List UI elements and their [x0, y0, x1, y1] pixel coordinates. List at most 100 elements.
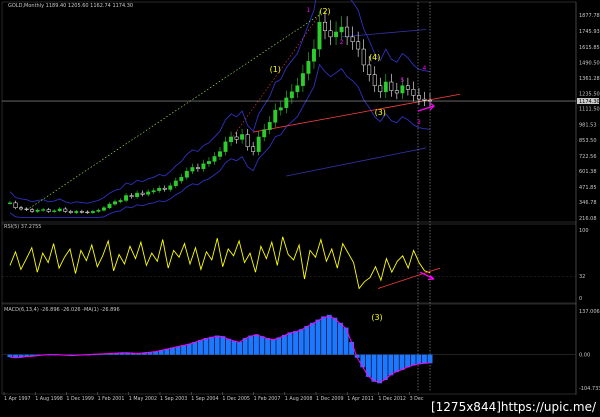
macd-histogram-bar — [220, 336, 226, 355]
lower-band-line — [9, 63, 431, 218]
macd-histogram-bar — [265, 338, 271, 355]
price-candle-body — [389, 81, 394, 91]
price-arrow-icon — [417, 102, 436, 112]
rsi-y-tick-label: 100 — [579, 228, 589, 234]
price-candle-body — [234, 136, 239, 140]
price-candle-body — [118, 200, 123, 202]
price-candle-body — [323, 21, 327, 32]
macd-histogram-bar — [253, 334, 259, 355]
price-candle-body — [195, 167, 200, 169]
price-y-tick-label: 1490.50 — [579, 60, 600, 66]
macd-histogram-bar — [287, 332, 293, 355]
price-candle-body — [140, 192, 145, 195]
price-panel-header: GOLD,Monthly 1189.40 1205.60 1162.74 117… — [8, 3, 134, 9]
price-candle-body — [107, 203, 112, 209]
price-candle-body — [68, 211, 73, 213]
macd-histogram-bar — [416, 354, 422, 365]
rsi-panel-header: RSI(5) 37.2755 — [4, 224, 42, 230]
macd-histogram-bar — [315, 319, 321, 355]
price-candle-body — [24, 208, 29, 211]
wave-label: (4) — [369, 53, 380, 62]
price-candle-body — [273, 109, 278, 123]
rsi-trend-line — [377, 267, 441, 289]
x-axis-tick-label: 1 Apr 1997 — [4, 396, 31, 402]
macd-histogram-bar — [326, 314, 332, 355]
price-candle-body — [317, 21, 322, 50]
rsi-y-tick-label: 0 — [579, 296, 582, 302]
price-y-tick-label: 1745.93 — [579, 29, 600, 35]
x-axis-tick-label: 1 Dec 2009 — [316, 396, 344, 402]
wave-label: (2) — [319, 7, 330, 16]
price-candle-body — [278, 107, 283, 111]
macd-histogram-bar — [393, 354, 399, 373]
price-candle-body — [339, 26, 344, 33]
price-candle-body — [383, 81, 388, 93]
macd-histogram-bar — [209, 336, 215, 355]
macd-histogram-bar — [399, 354, 405, 370]
price-candle-body — [245, 134, 250, 147]
price-candle-body — [101, 207, 106, 211]
price-candle-body — [63, 208, 68, 212]
price-candle-body — [328, 30, 333, 38]
price-candle-body — [300, 73, 305, 86]
price-candle-body — [85, 211, 90, 214]
price-candle-body — [190, 167, 195, 172]
macd-histogram-bar — [276, 337, 282, 355]
macd-histogram-bar — [259, 336, 265, 355]
x-axis-tick-label: 1 Sep 2003 — [160, 396, 187, 402]
support-trend-line — [253, 93, 461, 133]
macd-histogram-bar — [237, 341, 243, 355]
price-candle-body — [400, 85, 405, 94]
price-y-tick-label: 1361.28 — [579, 76, 600, 82]
macd-histogram-bar — [388, 354, 394, 376]
x-axis-tick-label: 1 Feb 2001 — [98, 396, 125, 402]
price-candle-body — [422, 98, 427, 101]
price-candle-body — [74, 211, 79, 213]
price-candle-body — [124, 195, 129, 201]
macd-histogram-bar — [421, 354, 427, 364]
price-y-tick-label: 1111.50 — [579, 107, 600, 113]
rsi-line — [9, 236, 431, 290]
price-candle-body — [251, 146, 256, 152]
macd-histogram-bar — [270, 339, 276, 355]
wave-small-label: 1 — [307, 7, 311, 14]
macd-histogram-bar — [231, 340, 237, 355]
price-candle-body — [179, 176, 184, 182]
macd-panel-header: MACD(6,13,4) -26.896 -26.026 -MA(1) -26.… — [4, 307, 120, 313]
price-y-tick-label: 471.85 — [579, 185, 597, 191]
price-candle-body — [8, 202, 12, 204]
macd-histogram-bar — [332, 317, 338, 355]
price-candle-body — [306, 61, 311, 74]
price-candle-body — [378, 85, 383, 93]
wave-label: (1) — [270, 65, 281, 74]
rsi-panel-frame — [1, 221, 577, 305]
x-axis-tick-label: 1 Sep 2004 — [191, 396, 218, 402]
price-candle-body — [394, 90, 399, 94]
price-candle-body — [361, 48, 366, 66]
price-y-tick-label: 1235.50 — [579, 92, 600, 98]
price-candle-body — [411, 89, 416, 96]
x-axis-tick-label: 1 Dec 2005 — [222, 396, 250, 402]
x-axis-tick-label: 1 Apr 2011 — [347, 396, 374, 402]
macd-histogram-bar — [203, 338, 209, 355]
price-candle-body — [90, 211, 95, 213]
current-price-label: 1174.30 — [579, 99, 600, 105]
price-candle-body — [356, 41, 361, 50]
wave-small-label: 4 — [423, 65, 427, 72]
x-axis-tick-label: 1 Dec 1999 — [66, 396, 94, 402]
price-candle-body — [135, 192, 140, 198]
price-candle-body — [206, 161, 211, 165]
rsi-arrow-icon — [419, 271, 435, 281]
wave-small-label: 3 — [417, 119, 421, 126]
x-axis-tick-label: 1 Aug 1998 — [35, 396, 63, 402]
price-candle-body — [311, 48, 316, 62]
macd-histogram-bar — [371, 354, 377, 382]
price-y-tick-label: 1615.85 — [579, 45, 600, 51]
price-y-tick-label: 1877.78 — [579, 13, 600, 19]
macd-y-tick-label: 0.00 — [579, 353, 590, 359]
price-candle-body — [229, 136, 234, 143]
macd-histogram-bar — [337, 322, 343, 355]
price-candle-body — [173, 180, 178, 187]
price-candle-body — [113, 201, 117, 205]
price-candle-body — [41, 209, 46, 211]
